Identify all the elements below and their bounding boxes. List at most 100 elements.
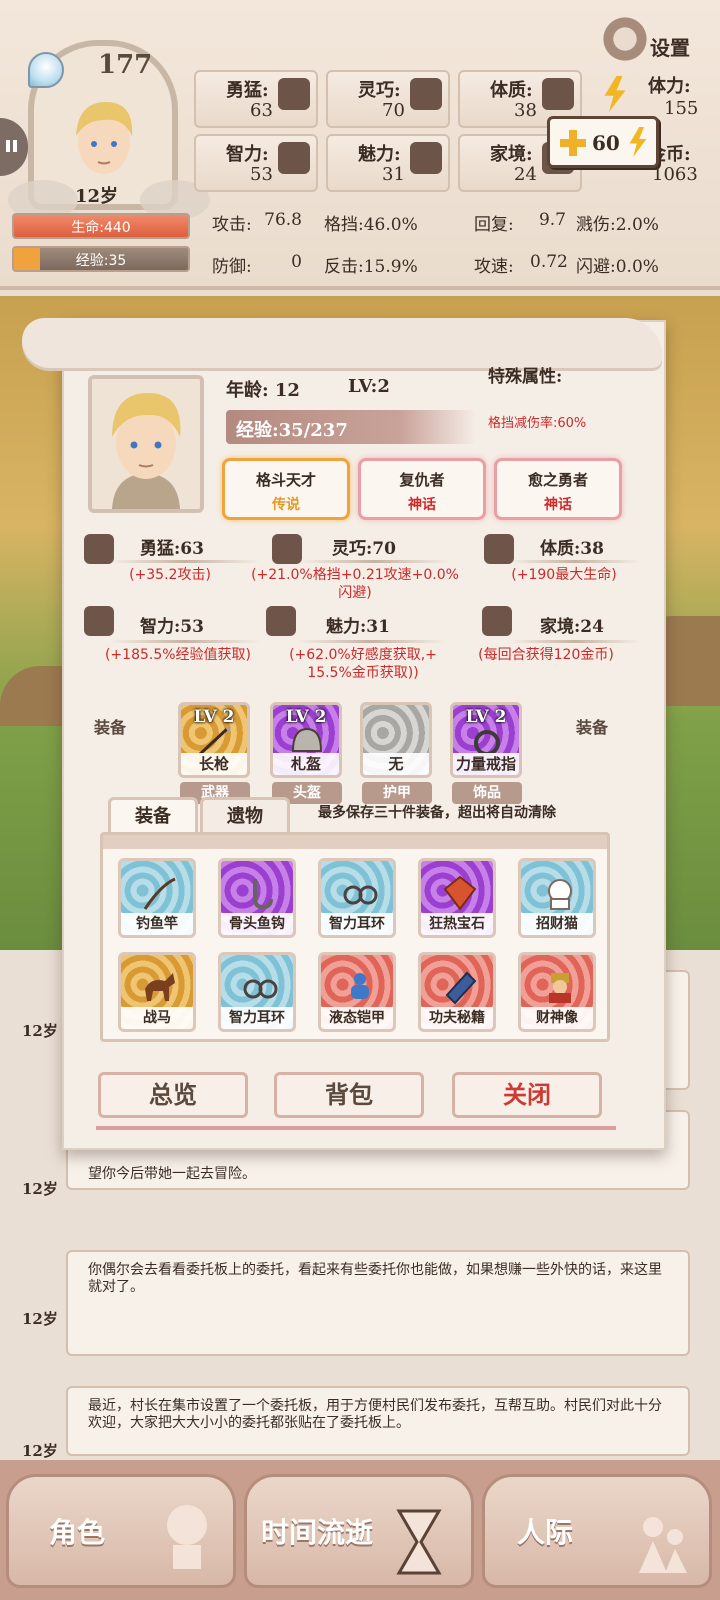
fishing-rod-icon [143,877,176,910]
stat-value: 31 [382,164,405,185]
combat-block: 格挡:46.0% [324,215,418,235]
combat-regen: 回复: 9.7 [474,210,566,235]
tab-equipment[interactable]: 装备 [108,797,198,835]
character-face [112,393,181,509]
stat-charm[interactable]: 魅力: 31 [326,134,450,192]
stamina-label: 体力: [648,76,691,97]
attr-dexterity: 灵巧:70 [332,539,396,559]
inventory-item[interactable]: 智力耳环 [318,858,396,938]
stat-courage[interactable]: 勇猛: 63 [194,70,318,128]
equip-slot-accessory[interactable]: LV 2 力量戒指 [450,702,522,778]
exp-bar-fill [14,248,41,270]
tab-relics[interactable]: 遗物 [200,797,290,835]
equip-name: 无 [363,753,429,775]
side-menu-tab[interactable] [0,118,28,176]
hook-icon [253,879,273,910]
panel-age: 年龄: 12 [226,380,300,401]
attr-constitution-bonus: (+190最大生命) [511,567,617,583]
inventory-item-name: 狂热宝石 [421,913,493,935]
nav-time-pass[interactable]: 时间流逝 [244,1474,474,1588]
gold-value: 1063 [652,164,698,185]
inventory-item[interactable]: 财神像 [518,952,596,1032]
add-stamina-amount: 60 [592,131,620,155]
attr-courage: 勇猛:63 [140,539,204,559]
nav-label: 人际 [517,1516,574,1549]
add-stamina-button[interactable]: 60 [547,116,659,168]
trait-name: 复仇者 [399,471,445,489]
nav-label: 时间流逝 [261,1516,374,1549]
attr-family: 家境:24 [540,617,604,637]
attr-charm: 魅力:31 [326,617,390,637]
stat-value: 24 [514,164,537,185]
combat-attack: 攻击: 76.8 [212,210,302,235]
armor-icon [351,973,369,999]
inventory-item[interactable]: 招财猫 [518,858,596,938]
equip-name: 长枪 [181,753,247,775]
trait-card[interactable]: 格斗天才 传说 [222,458,350,520]
trait-card[interactable]: 复仇者 神话 [358,458,486,520]
feed-text: 望你今后带她一起去冒险。 [88,1166,256,1182]
panel-exp: 经验:35/237 [226,410,476,444]
fist-icon [278,78,310,110]
inventory-item-name: 钓鱼竿 [121,913,193,935]
inventory-item[interactable]: 狂热宝石 [418,858,496,938]
backpack-button[interactable]: 背包 [274,1072,424,1118]
equip-slot-weapon[interactable]: LV 2 长枪 [178,702,250,778]
exp-bar-label: 经验:35 [75,253,127,269]
inventory-item-name: 智力耳环 [221,1007,293,1029]
slot-tag-accessory: 饰品 [452,782,522,804]
close-button[interactable]: 关闭 [452,1072,602,1118]
character-silhouette-icon [167,1505,207,1569]
combat-counter: 反击:15.9% [324,257,418,277]
book-icon [445,971,477,1005]
equip-label-left: 装备 [94,718,127,737]
attr-intelligence-bonus: (+185.5%经验值获取) [104,647,252,663]
feed-text: 最近，村长在集市设置了一个委托板，用于方便村民们发布委托，互帮互助。村民们对此十… [88,1398,662,1431]
inventory-item-name: 财神像 [521,1007,593,1029]
special-attr-text: 格挡减伤率:60% [488,416,587,431]
home-icon [482,606,512,636]
equip-slot-armor[interactable]: 无 [360,702,432,778]
stat-name: 体质: [490,80,533,101]
inventory-item-name: 智力耳环 [321,913,393,935]
inventory-item[interactable]: 钓鱼竿 [118,858,196,938]
trait-name: 格斗天才 [255,471,316,489]
panel-level: LV:2 [348,376,390,397]
soul-points: 177 [98,50,153,80]
equip-name: 札盔 [273,753,339,775]
feed-age: 12岁 [22,1310,58,1328]
equip-slot-helmet[interactable]: LV 2 札盔 [270,702,342,778]
equip-label-right: 装备 [576,718,609,737]
scarf-icon [410,78,442,110]
feed-age: 12岁 [22,1022,58,1040]
trait-rarity: 神话 [544,497,572,513]
equip-name: 力量戒指 [453,753,519,775]
inventory-item-name: 功夫秘籍 [421,1007,493,1029]
attr-constitution: 体质:38 [540,539,604,559]
stat-name: 智力: [226,144,269,165]
feed-card: 你偶尔会去看看委托板上的委托，看起来有些委托你也能做，如果想赚一些外快的话，来这… [66,1250,690,1356]
trait-card[interactable]: 愈之勇者 神话 [494,458,622,520]
inventory-item[interactable]: 战马 [118,952,196,1032]
trait-rarity: 传说 [272,497,300,513]
earring-icon [343,885,378,905]
inventory-item[interactable]: 液态铠甲 [318,952,396,1032]
nav-character[interactable]: 角色 [6,1474,236,1588]
exp-bar: 经验:35 [12,246,190,272]
inventory-item[interactable]: 功夫秘籍 [418,952,496,1032]
feed-age: 12岁 [22,1442,58,1460]
nav-relationships[interactable]: 人际 [482,1474,712,1588]
gear-icon[interactable] [600,14,650,64]
stat-intelligence[interactable]: 智力: 53 [194,134,318,192]
inventory-item[interactable]: 骨头鱼钩 [218,858,296,938]
overview-button[interactable]: 总览 [98,1072,248,1118]
statue-icon [549,973,571,1003]
stat-name: 勇猛: [226,80,269,101]
tulip-icon [266,606,296,636]
inventory-item[interactable]: 智力耳环 [218,952,296,1032]
stat-name: 魅力: [358,144,401,165]
settings-button[interactable]: 设置 [650,32,690,61]
hp-bar: 生命:440 [12,213,190,239]
stat-dexterity[interactable]: 灵巧: 70 [326,70,450,128]
plus-icon [560,130,586,156]
